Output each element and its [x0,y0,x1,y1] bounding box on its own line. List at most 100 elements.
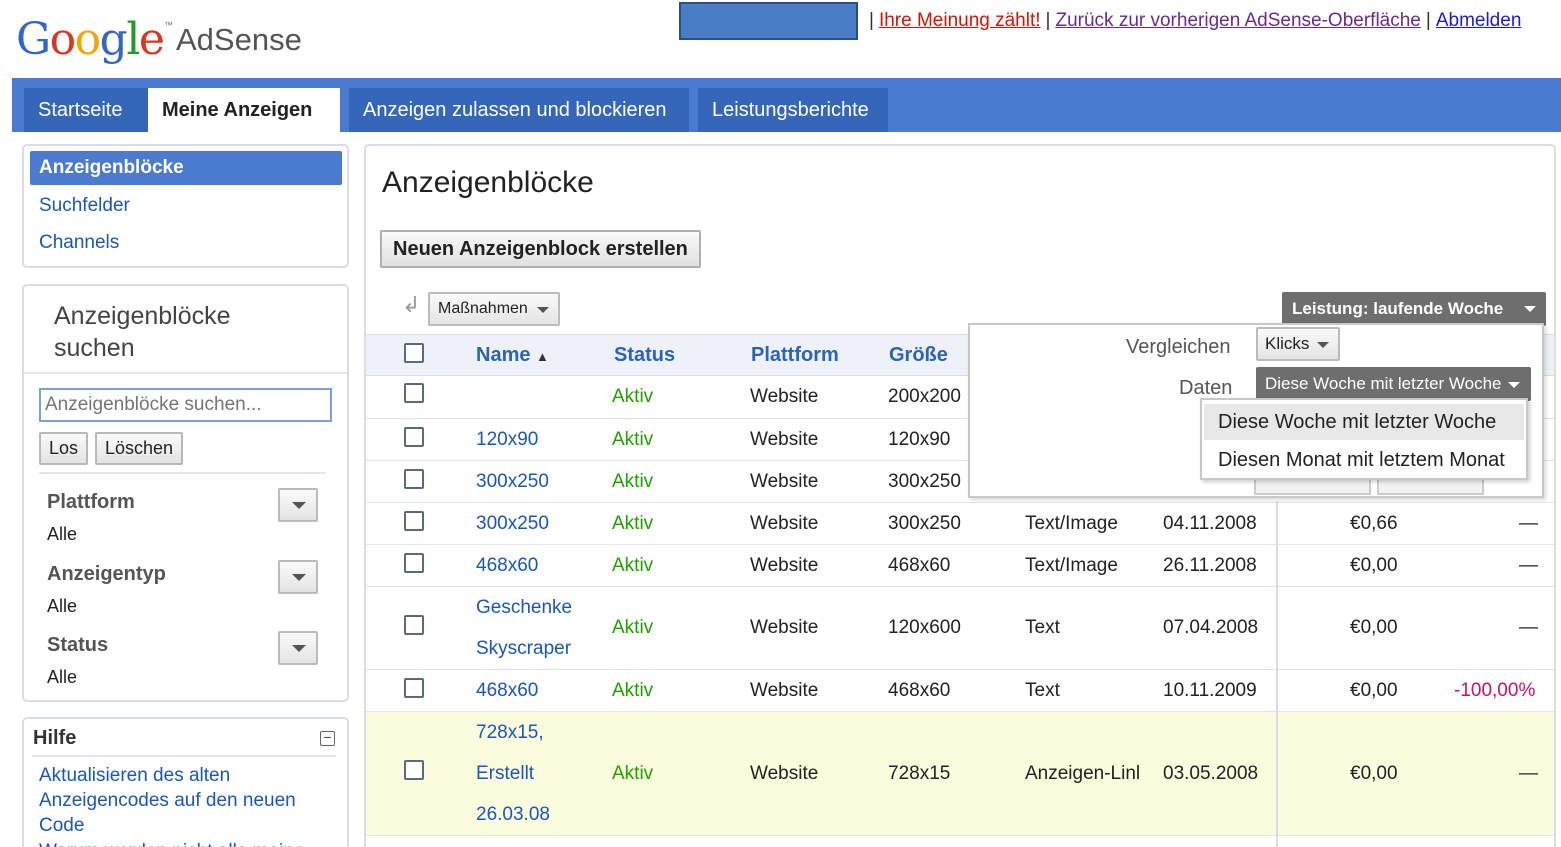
row-checkbox[interactable] [404,427,424,447]
size-value: 300x250 [888,513,961,534]
table-row[interactable]: 468x60 Aktiv Website 468x60 Text/Image 2… [366,545,1554,587]
ad-unit-name-link[interactable]: 300x250 [476,461,549,502]
divider [32,755,336,757]
google-adsense-logo[interactable]: Google ™ AdSense [16,12,316,72]
sidebar-nav-panel: Anzeigenblöcke Suchfelder Channels [22,144,349,268]
earnings-value: €0,00 [1350,617,1398,638]
filter-status-value: Alle [47,667,78,687]
size-value: 728x15 [888,763,951,784]
feedback-link[interactable]: Ihre Meinung zählt! [879,10,1041,32]
main-navigation: Startseite Meine Anzeigen Anzeigen zulas… [12,78,1561,132]
tab-leistungsberichte[interactable]: Leistungsberichte [698,88,888,132]
platform-value: Website [750,555,819,576]
earnings-value: €0,00 [1350,680,1398,701]
column-status[interactable]: Status [614,344,675,367]
sidebar-item-suchfelder[interactable]: Suchfelder [30,189,342,223]
search-title-line2: suchen [54,334,135,362]
search-go-button[interactable]: Los [39,432,89,465]
old-interface-link[interactable]: Zurück zur vorherigen AdSense-Oberfläche [1055,10,1420,32]
row-checkbox[interactable] [404,511,424,531]
tab-anzeigen-zulassen[interactable]: Anzeigen zulassen und blockieren [349,88,689,132]
ad-unit-name-link[interactable]: 728x15, Erstellt 26.03.08 [476,712,576,835]
ad-unit-name-link[interactable]: 120x90 [476,419,538,460]
platform-value: Website [750,513,819,534]
link-separator: | [1045,10,1051,31]
product-name: AdSense [176,22,302,57]
column-name[interactable]: Name ▲ [476,344,549,367]
row-checkbox[interactable] [404,469,424,489]
filter-status-label: Status [47,634,109,656]
help-link-why-not[interactable]: Warum werden nicht alle meine [39,839,339,847]
table-row[interactable]: 300x250 Aktiv Website 300x250 Text/Image… [366,503,1554,545]
ad-unit-name-link[interactable]: 468x60 [476,545,538,586]
change-value: — [1519,555,1538,576]
page-title: Anzeigenblöcke [382,166,594,199]
earnings-value: €0,66 [1350,513,1398,534]
divider [24,372,347,374]
collapse-icon[interactable]: − [320,730,335,746]
date-value: 03.05.2008 [1163,763,1259,784]
row-checkbox[interactable] [404,615,424,635]
tab-startseite[interactable]: Startseite [24,88,148,132]
change-value: -100,00% [1454,680,1536,701]
row-checkbox[interactable] [404,553,424,573]
ad-unit-name-link[interactable]: Geschenke Skyscraper [476,587,586,669]
menu-item-this-week[interactable]: Diese Woche mit letzter Woche [1204,404,1524,440]
size-value: 120x600 [888,617,961,638]
filter-platform-label: Plattform [47,491,135,513]
column-name-label: Name [476,344,531,366]
filter-platform-dropdown[interactable] [278,488,318,522]
performance-dropdown[interactable]: Leistung: laufende Woche [1282,292,1546,326]
column-size[interactable]: Größe [889,344,948,367]
table-row[interactable]: 468x60 Aktiv Website 468x60 Text 10.11.2… [366,670,1554,712]
tab-meine-anzeigen[interactable]: Meine Anzeigen [148,88,340,132]
sidebar-item-channels[interactable]: Channels [30,226,342,260]
sidebar-item-anzeigenbloecke[interactable]: Anzeigenblöcke [30,151,342,185]
platform-value: Website [750,386,819,407]
compare-metric-dropdown[interactable]: Klicks [1256,327,1340,361]
actions-dropdown[interactable]: Maßnahmen [428,292,560,326]
search-title-line1: Anzeigenblöcke [54,302,231,330]
size-value: 468x60 [888,555,951,576]
help-title: Hilfe [33,727,77,749]
sign-out-link[interactable]: Abmelden [1436,10,1522,32]
change-value: — [1519,763,1538,784]
table-row[interactable]: 728x15, Erstellt 26.03.08 Aktiv Website … [366,712,1554,836]
filter-platform-value: Alle [47,524,78,544]
create-ad-unit-button[interactable]: Neuen Anzeigenblock erstellen [380,230,701,268]
platform-value: Website [750,471,819,492]
size-value: 120x90 [888,429,951,450]
status-value: Aktiv [612,763,654,784]
platform-value: Website [750,763,819,784]
menu-item-this-month[interactable]: Diesen Monat mit letztem Monat [1204,442,1524,478]
row-checkbox[interactable] [404,383,424,403]
account-links-bar: | Ihre Meinung zählt! | Zurück zur vorhe… [679,2,1521,40]
search-panel-title: Anzeigenblöcke suchen [54,300,231,364]
sort-ascending-icon: ▲ [536,349,549,364]
date-value: 26.11.2008 [1163,555,1257,576]
row-checkbox[interactable] [404,760,424,780]
select-all-checkbox[interactable] [404,343,424,363]
filter-adtype-label: Anzeigentyp [47,563,166,585]
filter-status-dropdown[interactable] [278,631,318,665]
ad-type-value: Text/Image [1025,513,1118,534]
filter-adtype-dropdown[interactable] [278,560,318,594]
platform-value: Website [750,429,819,450]
ad-type-value: Anzeigen-Linl [1025,763,1141,784]
column-platform[interactable]: Plattform [751,344,839,367]
ad-unit-name-link[interactable]: 468x60 [476,670,538,711]
row-checkbox[interactable] [404,678,424,698]
change-value: — [1519,513,1538,534]
status-value: Aktiv [612,680,654,701]
help-link-update-code[interactable]: Aktualisieren des alten Anzeigencodes au… [39,763,329,838]
status-value: Aktiv [612,513,654,534]
search-ad-units-panel: Anzeigenblöcke suchen Los Löschen Plattf… [22,284,349,702]
ad-unit-name-link[interactable]: 300x250 [476,503,549,544]
date-range-menu: Diese Woche mit letzter Woche Diesen Mon… [1200,398,1528,480]
date-range-dropdown[interactable]: Diese Woche mit letzter Woche [1256,367,1531,401]
table-row[interactable]: Geschenke Skyscraper Aktiv Website 120x6… [366,587,1554,670]
search-clear-button[interactable]: Löschen [95,432,184,465]
earnings-value: €0,00 [1350,555,1398,576]
link-separator: | [1425,10,1431,31]
search-input[interactable] [39,388,332,422]
